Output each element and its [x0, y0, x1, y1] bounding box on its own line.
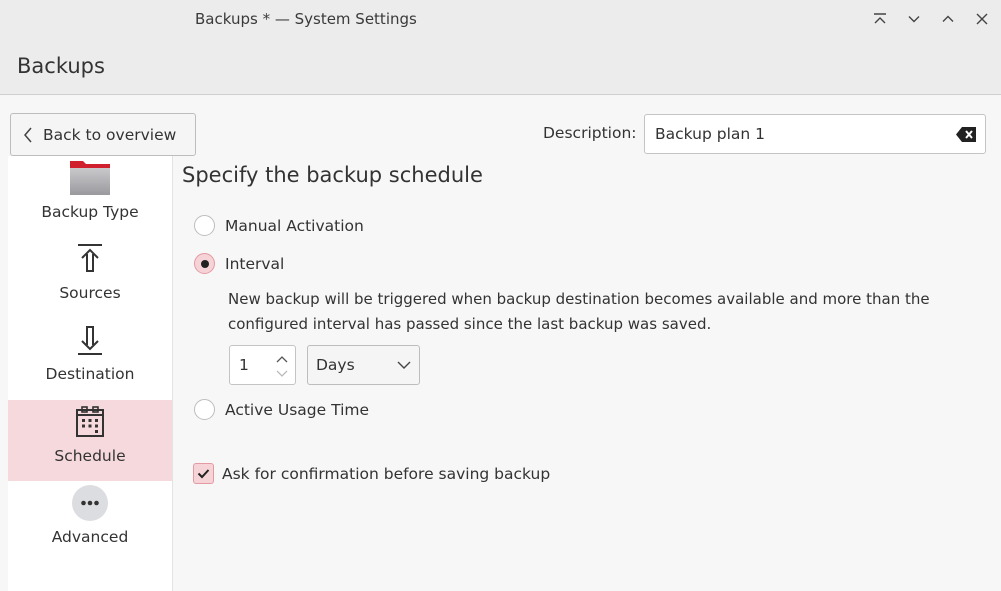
- window-controls: [867, 7, 995, 31]
- window-title: Backups * — System Settings: [195, 10, 417, 28]
- radio-label: Manual Activation: [225, 216, 364, 235]
- spin-up-button[interactable]: [275, 351, 289, 363]
- ask-confirmation-checkbox[interactable]: [193, 463, 214, 484]
- sidebar-item-advanced[interactable]: Advanced: [8, 481, 172, 562]
- radio-label: Active Usage Time: [225, 400, 370, 419]
- interval-help-text: New backup will be triggered when backup…: [228, 290, 930, 333]
- manual-activation-radio[interactable]: Manual Activation: [194, 215, 364, 236]
- chevron-down-icon: [397, 361, 411, 369]
- radio-label: Interval: [225, 254, 285, 273]
- chevron-down-icon: [276, 370, 288, 377]
- chevron-down-icon: [908, 16, 920, 23]
- chevron-up-icon: [942, 15, 954, 22]
- interval-unit-combobox[interactable]: Days: [307, 345, 420, 385]
- combobox-value: Days: [316, 356, 355, 374]
- maximize-button[interactable]: [935, 7, 961, 31]
- edit-clear-icon[interactable]: [956, 127, 976, 142]
- calendar-icon: [76, 406, 104, 437]
- sidebar: Backup Type Sources Destination Schedule…: [8, 156, 173, 591]
- interval-value-input[interactable]: [239, 356, 269, 374]
- sidebar-item-label: Destination: [45, 365, 135, 383]
- description-label: Description:: [543, 124, 637, 142]
- page-title: Backups: [17, 54, 105, 78]
- folder-icon: [70, 161, 110, 195]
- ask-confirmation-checkbox-row[interactable]: Ask for confirmation before saving backu…: [193, 463, 550, 484]
- minimize-button[interactable]: [901, 7, 927, 31]
- more-icon: [72, 485, 108, 521]
- description-field[interactable]: [644, 114, 986, 154]
- interval-radio[interactable]: Interval: [194, 253, 284, 274]
- chevron-up-icon: [276, 356, 288, 363]
- schedule-page: Specify the backup schedule Manual Activ…: [173, 156, 1001, 591]
- sidebar-item-schedule[interactable]: Schedule: [8, 400, 172, 481]
- title-bar: Backups * — System Settings: [0, 0, 1001, 40]
- sidebar-item-label: Advanced: [51, 528, 129, 546]
- radio-button[interactable]: [194, 399, 215, 420]
- checkbox-label: Ask for confirmation before saving backu…: [222, 464, 551, 483]
- radio-button[interactable]: [194, 215, 215, 236]
- sidebar-item-sources[interactable]: Sources: [8, 237, 172, 318]
- interval-value-spinbox[interactable]: [229, 345, 296, 385]
- active-usage-time-radio[interactable]: Active Usage Time: [194, 399, 369, 420]
- sidebar-item-destination[interactable]: Destination: [8, 318, 172, 399]
- spin-down-button[interactable]: [275, 366, 289, 378]
- checkmark-icon: [197, 469, 210, 479]
- section-title: Specify the backup schedule: [182, 163, 483, 187]
- back-to-overview-button[interactable]: Back to overview: [10, 113, 196, 156]
- description-input[interactable]: [655, 125, 935, 143]
- sidebar-item-label: Sources: [59, 284, 121, 302]
- sidebar-item-backup-type[interactable]: Backup Type: [8, 156, 172, 237]
- close-button[interactable]: [969, 7, 995, 31]
- page-header: Backups: [0, 40, 1001, 95]
- back-button-label: Back to overview: [43, 125, 177, 144]
- keep-above-button[interactable]: [867, 7, 893, 31]
- close-icon: [976, 13, 988, 25]
- upload-icon: [78, 244, 102, 272]
- download-icon: [78, 326, 102, 355]
- sidebar-item-label: Schedule: [54, 447, 126, 465]
- sidebar-item-label: Backup Type: [41, 203, 139, 221]
- radio-button[interactable]: [194, 253, 215, 274]
- chevron-left-icon: [24, 127, 32, 142]
- keep-above-icon: [874, 13, 886, 24]
